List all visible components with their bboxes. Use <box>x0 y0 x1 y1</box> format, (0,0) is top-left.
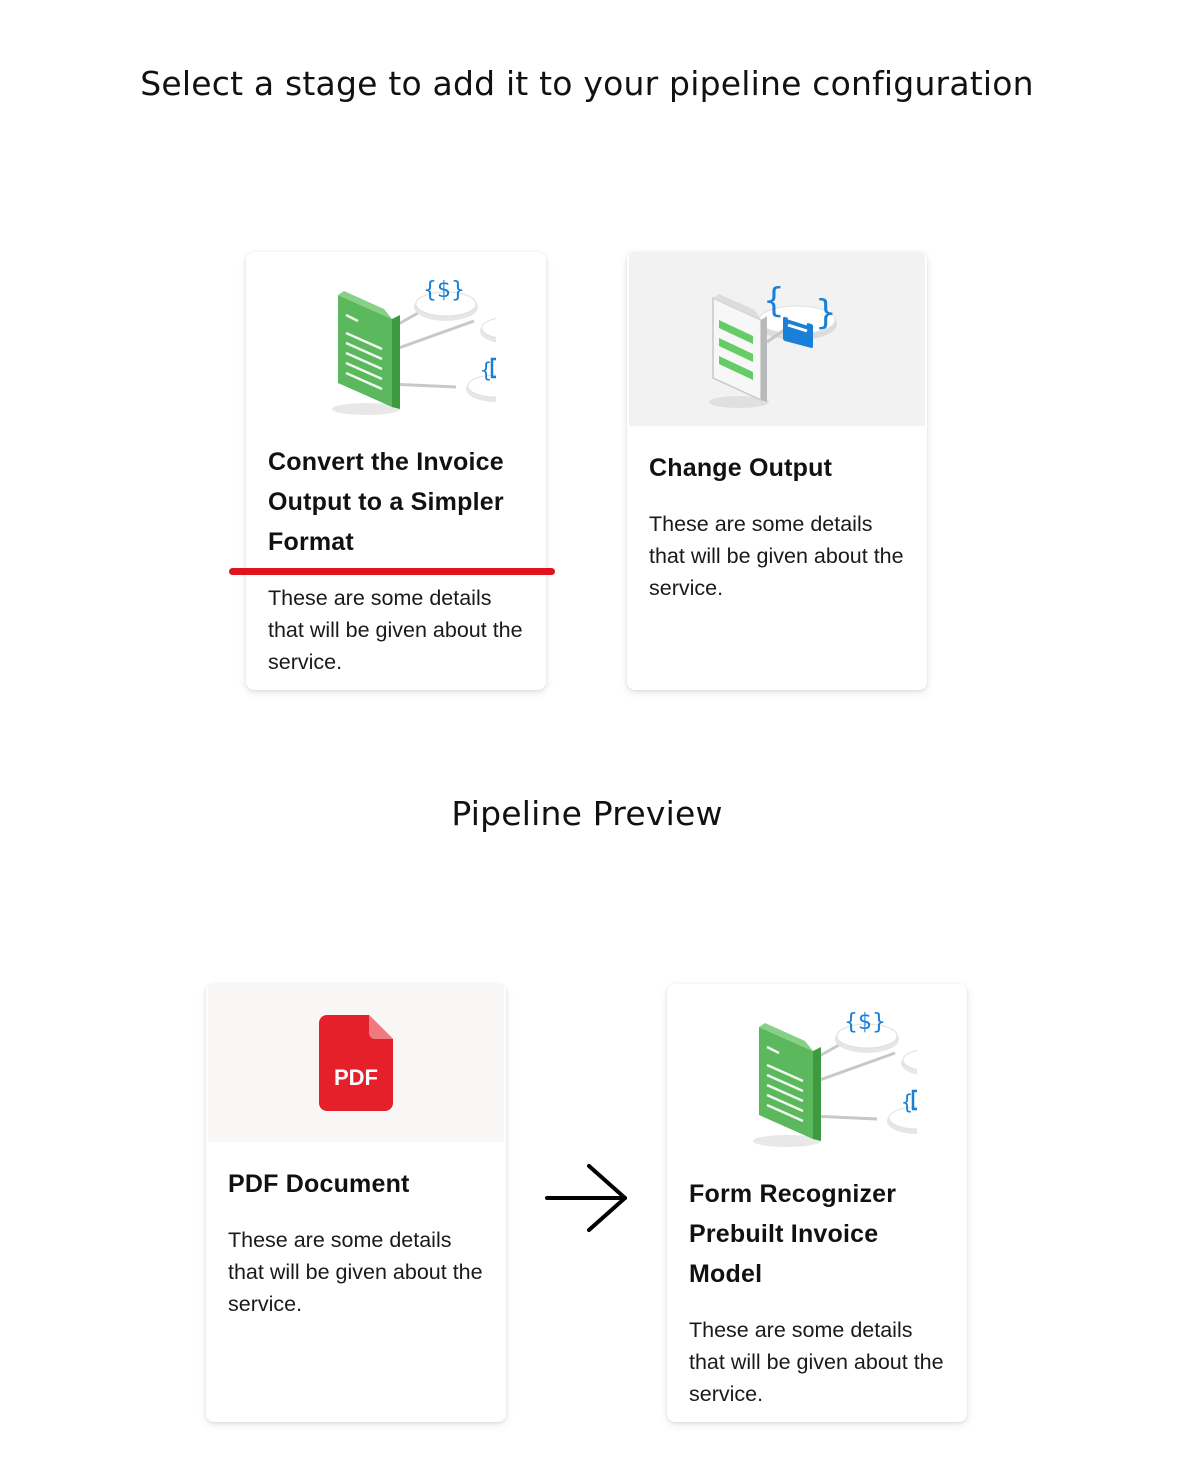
card-description: These are some details that will be give… <box>649 512 904 600</box>
svg-text:{$}: {$} <box>423 278 465 303</box>
invoice-data-icon: {$} { } { } <box>717 991 961 1155</box>
document-output-icon: { } <box>677 262 877 416</box>
svg-text:{: { <box>763 281 785 321</box>
stage-card-change-output[interactable]: { } Change Output These are some details… <box>627 252 927 690</box>
card-title: Change Output <box>649 454 833 482</box>
invoice-data-icon: {$} { } { } <box>296 259 540 423</box>
svg-text:{: { <box>901 1090 914 1114</box>
card-description: These are some details that will be give… <box>228 1228 483 1316</box>
pdf-icon-label: PDF <box>334 1065 378 1090</box>
stage-card-convert-invoice[interactable]: {$} { } { } <box>246 252 546 690</box>
preview-step-form-recognizer[interactable]: {$} { } { } F <box>667 984 967 1422</box>
svg-text:{: { <box>480 358 493 382</box>
page-title: Select a stage to add it to your pipelin… <box>140 64 1034 103</box>
card-media: PDF <box>208 984 504 1142</box>
pdf-icon: PDF <box>319 1015 393 1111</box>
card-title: Form Recognizer Prebuilt Invoice Model <box>689 1180 897 1288</box>
svg-text:{$}: {$} <box>844 1010 886 1035</box>
card-media: { } <box>629 252 925 426</box>
card-description: These are some details that will be give… <box>689 1318 944 1406</box>
selection-underline <box>229 568 555 575</box>
card-title: PDF Document <box>228 1170 410 1198</box>
card-title: Convert the Invoice Output to a Simpler … <box>268 448 504 556</box>
preview-step-pdf-document[interactable]: PDF PDF Document These are some details … <box>206 984 506 1422</box>
card-media: {$} { } { } <box>246 252 546 430</box>
card-description: These are some details that will be give… <box>268 586 523 674</box>
card-media: {$} { } { } <box>667 984 967 1162</box>
preview-title: Pipeline Preview <box>451 794 723 833</box>
arrow-right-icon <box>543 1160 633 1240</box>
svg-text:}: } <box>815 293 837 333</box>
